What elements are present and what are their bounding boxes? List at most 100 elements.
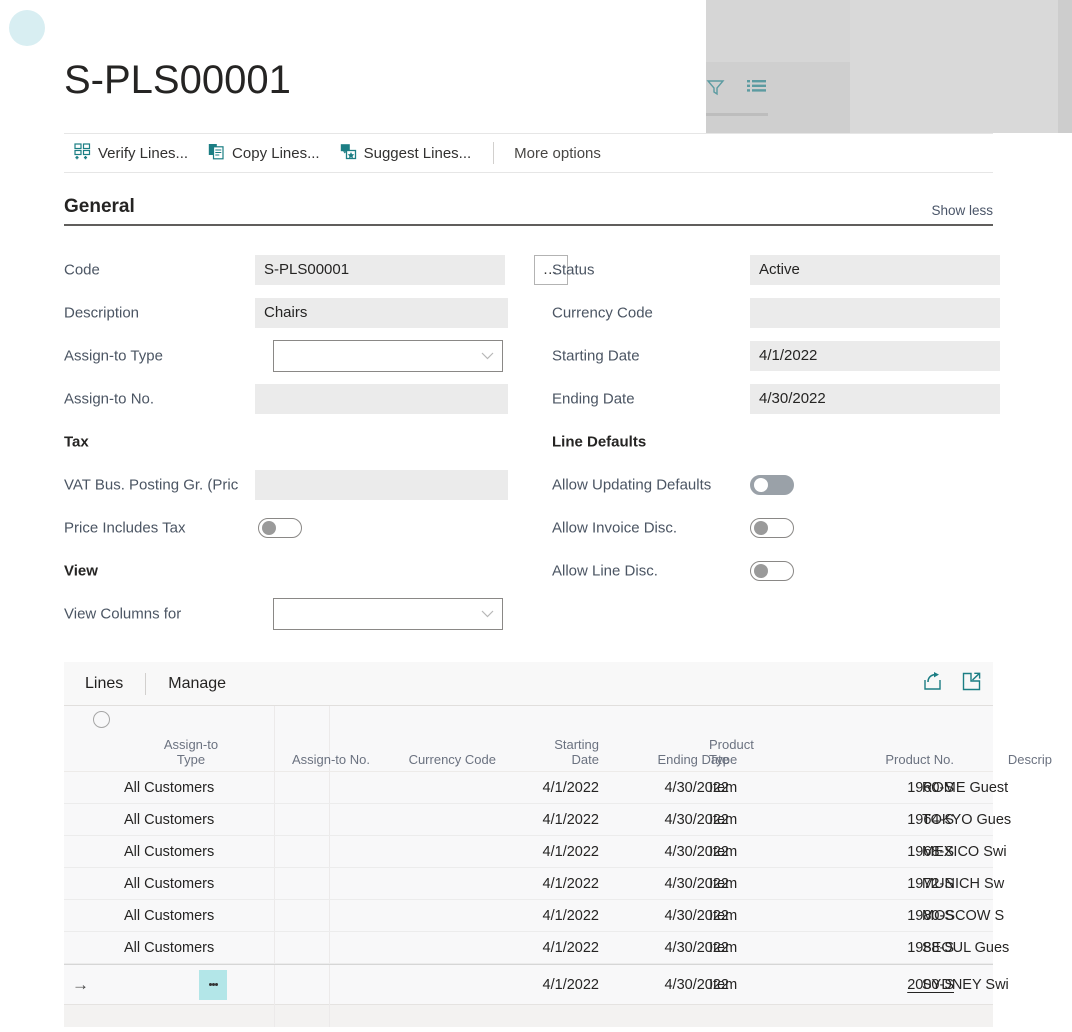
cell-starting-date[interactable]: 4/1/2022 [464, 908, 599, 924]
code-input-wrap: S-PLS00001 [255, 254, 505, 285]
field-allow-updating-defaults: Allow Updating Defaults [552, 463, 993, 506]
currency-code-wrap [750, 297, 1000, 328]
table-row[interactable]: All Customers 4/1/2022 4/30/2022 Item 1964-S… [64, 804, 1011, 836]
price-includes-tax-wrap [258, 517, 302, 538]
cell-description[interactable]: SEOUL Gues [922, 940, 1057, 956]
code-input[interactable]: S-PLS00001 [255, 254, 505, 285]
field-assign-to-no: Assign-to No. [64, 377, 508, 420]
ending-date-label: Ending Date [552, 390, 635, 407]
allow-updating-defaults-toggle[interactable] [750, 474, 794, 495]
allow-invoice-disc-label: Allow Invoice Disc. [552, 519, 678, 536]
open-in-new-window-icon[interactable] [962, 672, 981, 696]
cell-starting-date[interactable]: 4/1/2022 [464, 780, 599, 796]
general-left-column: Code S-PLS00001 … Description Chairs Ass… [64, 248, 568, 635]
field-allow-line-disc: Allow Line Disc. [552, 549, 993, 592]
filter-icon[interactable] [706, 78, 725, 97]
table-row[interactable]: All Customers 4/1/2022 4/30/2022 Item 1960-S… [64, 772, 1008, 804]
view-columns-for-wrap [255, 597, 503, 630]
cell-product-type[interactable]: Item [709, 940, 789, 956]
copy-lines-icon [208, 143, 225, 164]
tax-heading: Tax [64, 433, 89, 450]
cell-product-type[interactable]: Item [709, 844, 789, 860]
cell-assign-to-type[interactable]: All Customers [124, 908, 264, 924]
status-label: Status [552, 261, 595, 278]
table-row[interactable]: All Customers 4/1/2022 4/30/2022 Item 1988-S… [64, 932, 1009, 964]
ending-date-input[interactable]: 4/30/2022 [750, 383, 1000, 414]
tab-manage[interactable]: Manage [164, 675, 230, 693]
table-row[interactable]: All Customers 4/1/2022 4/30/2022 Item 1980-S… [64, 900, 1004, 932]
share-icon[interactable] [923, 671, 942, 696]
cell-assign-to-type[interactable]: All Customers [124, 780, 264, 796]
view-columns-for-select[interactable] [273, 597, 503, 630]
price-includes-tax-label: Price Includes Tax [64, 519, 186, 536]
table-row[interactable]: → 4/1/2022 4/30/2022 Item 2000-S SYDNEY Swi [64, 964, 1009, 1004]
assign-to-no-label: Assign-to No. [64, 390, 155, 407]
field-currency-code: Currency Code [552, 291, 1000, 334]
field-allow-invoice-disc: Allow Invoice Disc. [552, 506, 993, 549]
view-columns-for-label: View Columns for [64, 605, 182, 622]
show-less-link[interactable]: Show less [931, 203, 993, 218]
cell-product-type[interactable]: Item [709, 780, 789, 796]
column-header-currency-code[interactable]: Currency Code [386, 752, 496, 767]
cell-starting-date[interactable]: 4/1/2022 [464, 844, 599, 860]
column-header-product-type[interactable]: Product Type [709, 737, 789, 767]
cell-description[interactable]: ROME Guest [922, 780, 1057, 796]
lines-tab-bar: Lines Manage [64, 662, 993, 706]
command-bar-divider [493, 142, 495, 164]
background-dim-panel-edge [1058, 0, 1072, 133]
row-actions-button[interactable] [199, 969, 227, 1000]
column-header-description[interactable]: Descrip [922, 752, 1052, 767]
cell-description[interactable]: MOSCOW S [922, 908, 1057, 924]
vat-bus-posting-group-input[interactable] [255, 469, 508, 500]
cell-starting-date[interactable]: 4/1/2022 [464, 940, 599, 956]
cell-assign-to-type[interactable]: All Customers [124, 876, 264, 892]
cell-product-type[interactable]: Item [709, 812, 789, 828]
cell-starting-date[interactable]: 4/1/2022 [464, 812, 599, 828]
command-bar: Verify Lines... Copy Lines... Suggest Li… [64, 133, 993, 173]
general-right-column: Status Active Currency Code Starting Dat… [552, 248, 1000, 592]
cell-description[interactable]: TOKYO Gues [922, 812, 1057, 828]
cell-product-type[interactable]: Item [709, 908, 789, 924]
description-input[interactable]: Chairs [255, 297, 508, 328]
cell-assign-to-type[interactable]: All Customers [124, 812, 264, 828]
cell-description[interactable]: MEXICO Swi [922, 844, 1057, 860]
select-all-checkbox[interactable] [93, 711, 110, 728]
table-row[interactable]: All Customers 4/1/2022 4/30/2022 Item 1968-S… [64, 836, 1007, 868]
copy-lines-button[interactable]: Copy Lines... [198, 133, 330, 173]
cell-product-type[interactable]: Item [709, 876, 789, 892]
status-input[interactable]: Active [750, 254, 1000, 285]
lines-part: Lines Manage Assign-to Type Assign-to No… [64, 662, 1052, 1027]
field-view-columns-for: View Columns for [64, 592, 505, 635]
cell-assign-to-type[interactable]: All Customers [124, 940, 264, 956]
table-row[interactable]: All Customers 4/1/2022 4/30/2022 Item 1972-S… [64, 868, 1004, 900]
starting-date-input[interactable]: 4/1/2022 [750, 340, 1000, 371]
toggle-knob [754, 520, 768, 535]
cell-starting-date[interactable]: 4/1/2022 [464, 876, 599, 892]
column-header-assign-to-type[interactable]: Assign-to Type [136, 737, 246, 767]
cell-product-type[interactable]: Item [709, 977, 789, 993]
description-label: Description [64, 304, 140, 321]
avatar[interactable] [9, 10, 45, 46]
assign-to-no-input[interactable] [255, 383, 508, 414]
allow-line-disc-toggle[interactable] [750, 560, 794, 581]
verify-lines-button[interactable]: Verify Lines... [64, 133, 198, 173]
currency-code-input[interactable] [750, 297, 1000, 328]
cell-description[interactable]: SYDNEY Swi [922, 977, 1057, 993]
allow-invoice-disc-toggle[interactable] [750, 517, 794, 538]
tab-lines[interactable]: Lines [81, 675, 127, 693]
more-options-button[interactable]: More options [506, 145, 609, 162]
cell-description[interactable]: MUNICH Sw [922, 876, 1057, 892]
vat-input-wrap [255, 469, 508, 500]
toggle-knob [754, 477, 768, 492]
list-icon[interactable] [747, 79, 766, 96]
cell-assign-to-type[interactable]: All Customers [124, 844, 264, 860]
assign-to-type-select[interactable] [273, 339, 503, 372]
column-header-starting-date[interactable]: Starting Date [509, 737, 599, 767]
cell-starting-date[interactable]: 4/1/2022 [464, 977, 599, 993]
column-header-assign-to-no[interactable]: Assign-to No. [270, 752, 370, 767]
view-heading: View [64, 562, 98, 579]
lines-toolbar-icons [923, 671, 981, 696]
suggest-lines-button[interactable]: Suggest Lines... [330, 133, 482, 173]
currency-code-label: Currency Code [552, 304, 653, 321]
price-includes-tax-toggle[interactable] [258, 517, 302, 538]
